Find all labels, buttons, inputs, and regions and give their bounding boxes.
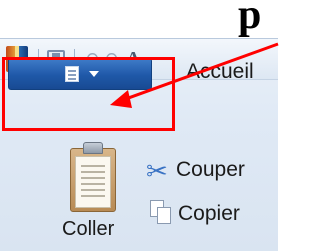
scissors-icon[interactable]: ✂ <box>146 158 168 184</box>
clipboard-clip <box>83 142 103 154</box>
copy-button[interactable]: Copier <box>178 202 240 226</box>
paste-label[interactable]: Coller <box>62 218 114 241</box>
paste-button[interactable] <box>70 142 116 212</box>
clipboard-paper <box>75 156 111 208</box>
cut-button[interactable]: Couper <box>176 158 245 182</box>
copy-icon[interactable] <box>150 200 172 224</box>
